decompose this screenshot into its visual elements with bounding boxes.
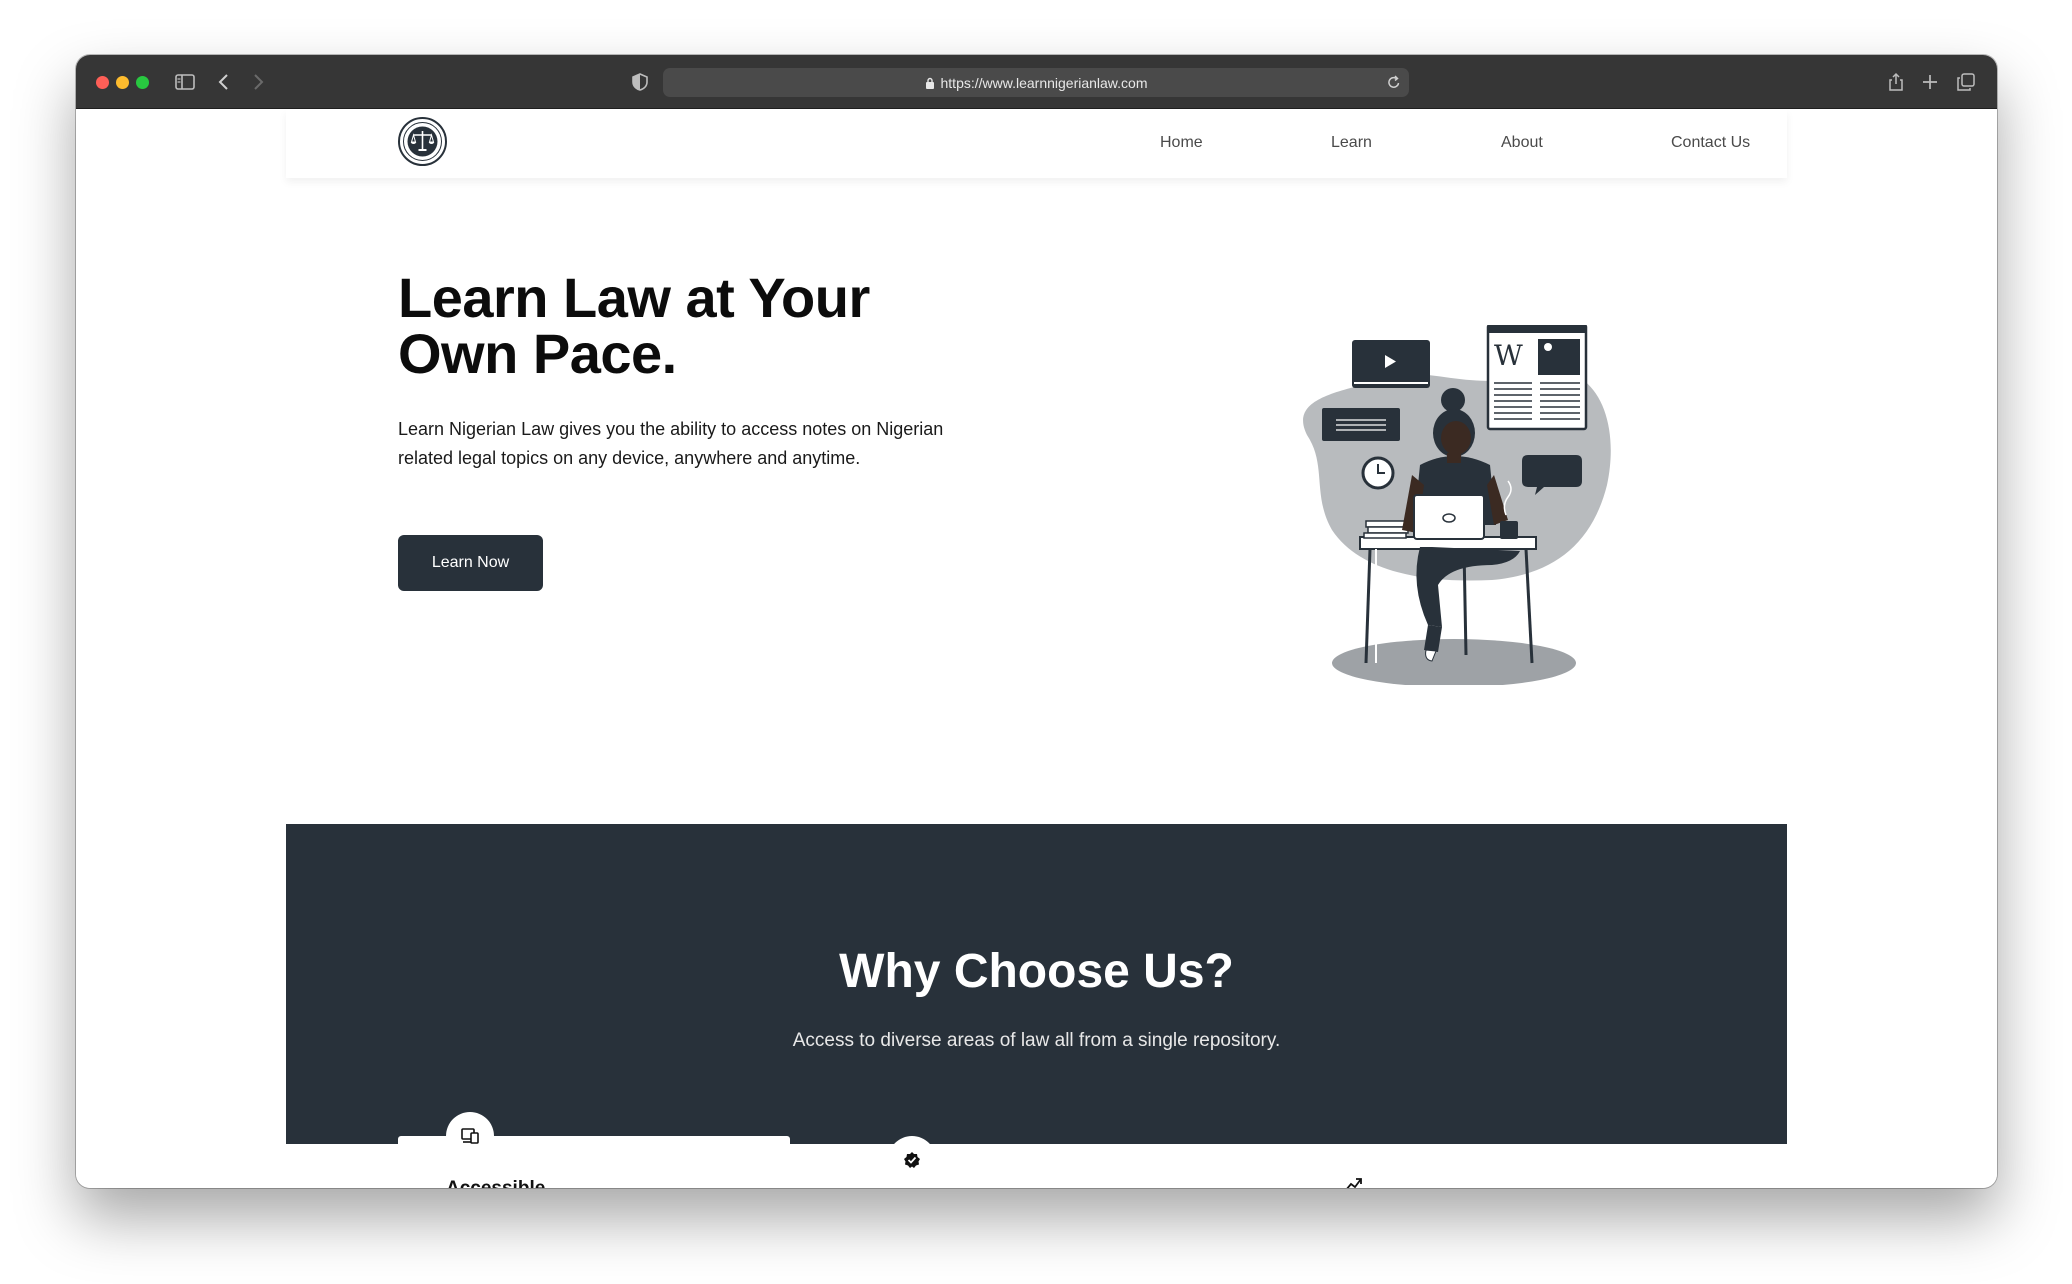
back-icon[interactable] xyxy=(214,69,234,95)
svg-text:W: W xyxy=(1494,339,1523,372)
close-window-button[interactable] xyxy=(96,76,109,89)
learn-now-button[interactable]: Learn Now xyxy=(398,535,543,591)
nav-about[interactable]: About xyxy=(1501,134,1543,152)
maximize-window-button[interactable] xyxy=(136,76,149,89)
new-tab-icon[interactable] xyxy=(1920,69,1940,95)
woman-studying-laptop-illustration: W xyxy=(1292,323,1622,687)
browser-window: https://www.learnnigerianlaw.com Home Le… xyxy=(76,55,1997,1188)
reload-icon[interactable] xyxy=(1387,74,1401,93)
page-viewport: Home Learn About Contact Us Learn Law at… xyxy=(76,110,1997,1188)
site-header: Home Learn About Contact Us xyxy=(286,110,1787,178)
privacy-shield-icon[interactable] xyxy=(630,69,650,95)
address-bar[interactable]: https://www.learnnigerianlaw.com xyxy=(663,68,1409,97)
forward-icon[interactable] xyxy=(248,69,268,95)
url-text: https://www.learnnigerianlaw.com xyxy=(940,74,1148,91)
hero-title-line1: Learn Law at Your xyxy=(398,266,870,329)
share-icon[interactable] xyxy=(1886,69,1906,95)
browser-toolbar: https://www.learnnigerianlaw.com xyxy=(76,55,1997,109)
feature-card-title: Accessible xyxy=(446,1178,545,1188)
why-title: Why Choose Us? xyxy=(839,945,1234,998)
hero-title-line2: Own Pace. xyxy=(398,322,677,385)
nav-home[interactable]: Home xyxy=(1160,134,1203,152)
nav-contact-us[interactable]: Contact Us xyxy=(1671,134,1750,152)
site-logo[interactable] xyxy=(398,117,447,166)
nav-learn[interactable]: Learn xyxy=(1331,134,1372,152)
why-subtitle: Access to diverse areas of law all from … xyxy=(792,1030,1281,1051)
sidebar-toggle-icon[interactable] xyxy=(172,69,198,95)
minimize-window-button[interactable] xyxy=(116,76,129,89)
lock-icon xyxy=(925,77,935,89)
tab-overview-icon[interactable] xyxy=(1956,69,1976,95)
why-choose-us-section: Why Choose Us? Access to diverse areas o… xyxy=(286,824,1787,1188)
check-badge-icon xyxy=(888,1136,936,1184)
desktop: https://www.learnnigerianlaw.com Home Le… xyxy=(0,0,2072,1284)
hero-description: Learn Nigerian Law gives you the ability… xyxy=(398,419,944,468)
trending-up-icon xyxy=(1330,1160,1378,1188)
hero-title: Learn Law at Your Own Pace. xyxy=(398,270,1038,382)
devices-icon xyxy=(446,1112,494,1160)
